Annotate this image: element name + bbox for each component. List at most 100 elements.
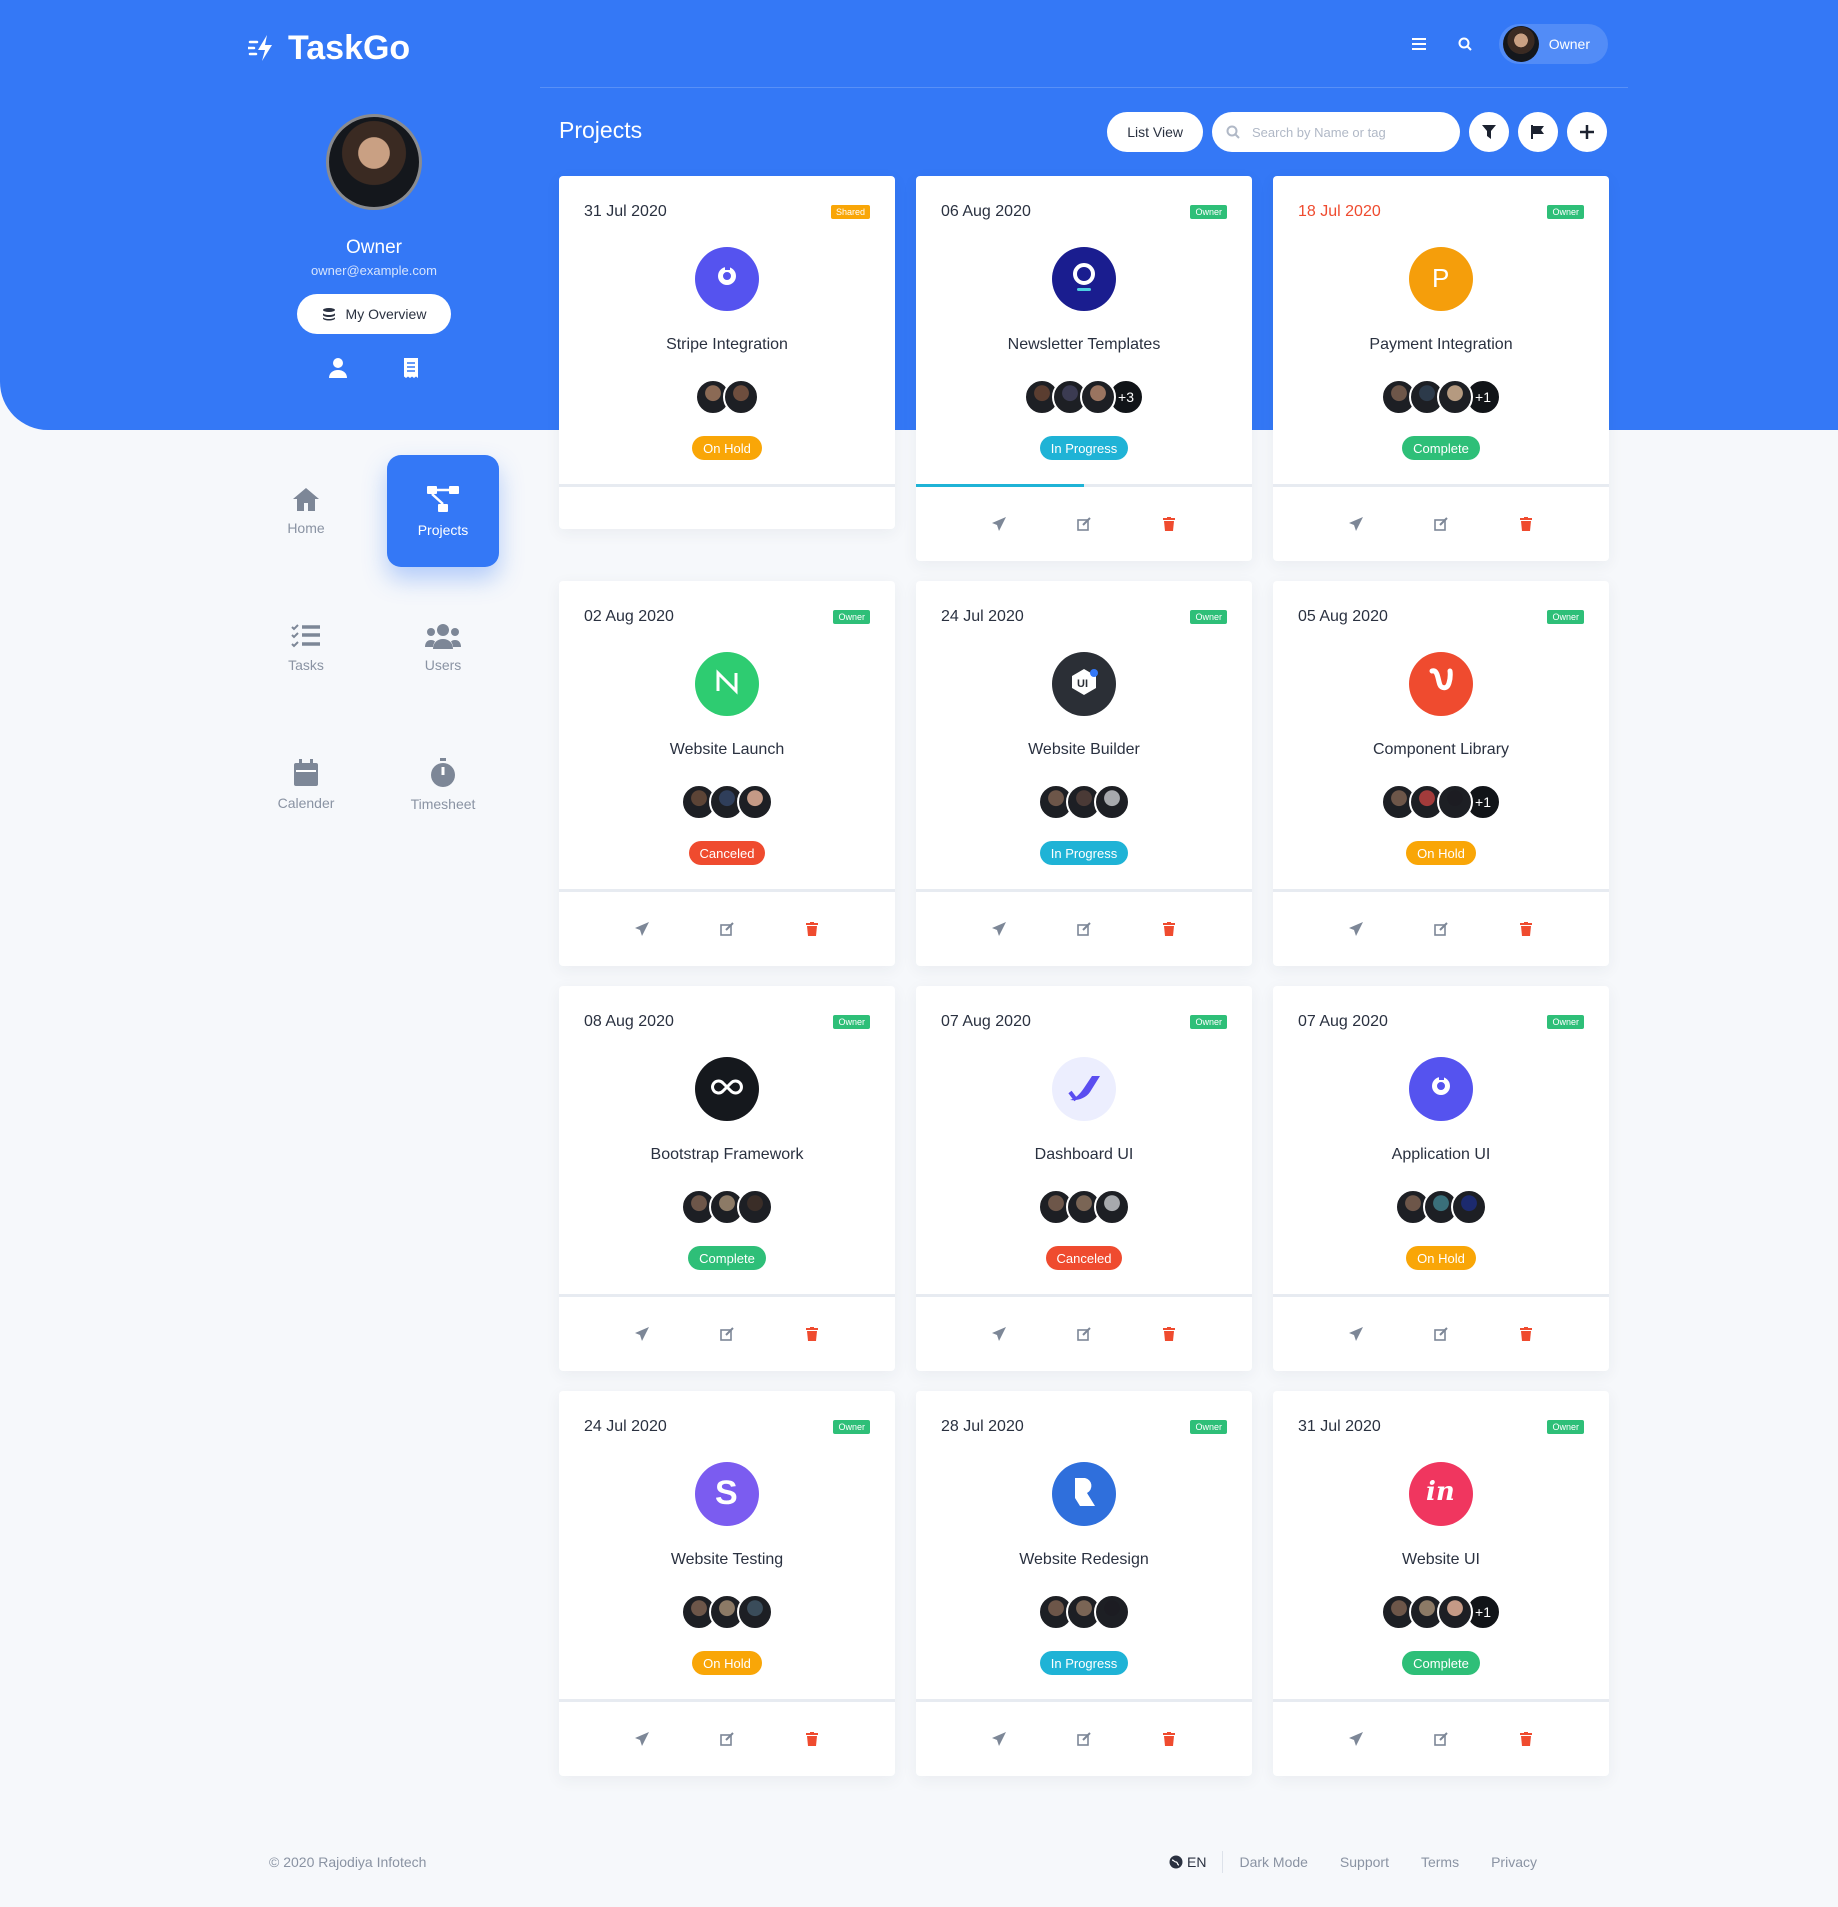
terms-link[interactable]: Terms (1405, 1854, 1475, 1870)
user-menu[interactable]: Owner (1498, 24, 1608, 64)
project-card[interactable]: 07 Aug 2020 Owner Dashboard UI Canceled (916, 986, 1252, 1371)
send-icon[interactable] (1339, 1317, 1373, 1351)
sidebar-item-calendar[interactable]: Calender (250, 729, 362, 841)
status-badge[interactable]: On Hold (692, 436, 762, 460)
trash-icon[interactable] (1152, 1722, 1186, 1756)
project-name[interactable]: Website Redesign (916, 1551, 1252, 1569)
status-badge[interactable]: In Progress (1039, 436, 1129, 460)
project-card[interactable]: 24 Jul 2020 Owner UI Website Builder In Prog… (916, 581, 1252, 966)
trash-icon[interactable] (795, 1722, 829, 1756)
add-project-button[interactable] (1567, 112, 1607, 152)
avatar[interactable] (737, 784, 773, 820)
status-badge[interactable]: In Progress (1039, 841, 1129, 865)
send-icon[interactable] (982, 507, 1016, 541)
project-logo[interactable] (695, 652, 759, 716)
search-input[interactable] (1252, 124, 1432, 140)
send-icon[interactable] (1339, 912, 1373, 946)
project-card[interactable]: 05 Aug 2020 Owner Component Library +1 On Ho… (1273, 581, 1609, 966)
project-logo[interactable]: UI (1052, 652, 1116, 716)
trash-icon[interactable] (1152, 912, 1186, 946)
edit-icon[interactable] (1424, 1317, 1458, 1351)
status-badge[interactable]: On Hold (1406, 841, 1476, 865)
project-logo[interactable] (695, 247, 759, 311)
project-logo[interactable] (1052, 1057, 1116, 1121)
send-icon[interactable] (982, 912, 1016, 946)
user-icon[interactable] (329, 358, 347, 383)
profile-avatar[interactable] (326, 114, 422, 210)
project-card[interactable]: 18 Jul 2020 Owner P Payment Integration +1 Co… (1273, 176, 1609, 561)
avatar[interactable] (1094, 1189, 1130, 1225)
status-badge[interactable]: In Progress (1039, 1651, 1129, 1675)
project-logo[interactable] (1052, 247, 1116, 311)
edit-icon[interactable] (710, 1317, 744, 1351)
project-name[interactable]: Component Library (1273, 741, 1609, 759)
send-icon[interactable] (625, 1722, 659, 1756)
trash-icon[interactable] (1152, 1317, 1186, 1351)
project-name[interactable]: Bootstrap Framework (559, 1146, 895, 1164)
sidebar-item-timesheet[interactable]: Timesheet (387, 729, 499, 841)
project-logo[interactable] (1052, 1462, 1116, 1526)
trash-icon[interactable] (1509, 1317, 1543, 1351)
edit-icon[interactable] (1067, 1722, 1101, 1756)
trash-icon[interactable] (1509, 507, 1543, 541)
avatar[interactable] (723, 379, 759, 415)
project-name[interactable]: Dashboard UI (916, 1146, 1252, 1164)
language-selector[interactable]: EN (1153, 1854, 1222, 1870)
list-view-button[interactable]: List View (1107, 112, 1203, 152)
project-card[interactable]: 06 Aug 2020 Owner Newsletter Templates +3 In… (916, 176, 1252, 561)
menu-icon[interactable] (1407, 32, 1431, 56)
edit-icon[interactable] (1067, 912, 1101, 946)
avatar[interactable] (1437, 1594, 1473, 1630)
project-name[interactable]: Application UI (1273, 1146, 1609, 1164)
dark-mode-link[interactable]: Dark Mode (1223, 1854, 1323, 1870)
status-badge[interactable]: Complete (688, 1246, 766, 1270)
project-card[interactable]: 28 Jul 2020 Owner Website Redesign In Progr… (916, 1391, 1252, 1776)
app-logo[interactable]: TaskGo (248, 26, 410, 70)
privacy-link[interactable]: Privacy (1475, 1854, 1553, 1870)
trash-icon[interactable] (795, 1317, 829, 1351)
status-badge[interactable]: On Hold (692, 1651, 762, 1675)
sidebar-item-tasks[interactable]: Tasks (250, 592, 362, 704)
trash-icon[interactable] (795, 912, 829, 946)
send-icon[interactable] (625, 912, 659, 946)
edit-icon[interactable] (1424, 507, 1458, 541)
project-name[interactable]: Stripe Integration (559, 336, 895, 354)
trash-icon[interactable] (1509, 912, 1543, 946)
project-logo[interactable]: in (1409, 1462, 1473, 1526)
project-card[interactable]: 08 Aug 2020 Owner Bootstrap Framework Compl… (559, 986, 895, 1371)
receipt-icon[interactable] (403, 358, 419, 383)
avatar[interactable] (737, 1594, 773, 1630)
send-icon[interactable] (625, 1317, 659, 1351)
status-badge[interactable]: Complete (1402, 1651, 1480, 1675)
trash-icon[interactable] (1152, 507, 1186, 541)
edit-icon[interactable] (1424, 912, 1458, 946)
filter-button[interactable] (1469, 112, 1509, 152)
avatar[interactable] (1437, 784, 1473, 820)
avatar[interactable] (1451, 1189, 1487, 1225)
avatar[interactable] (1437, 379, 1473, 415)
avatar[interactable] (1094, 1594, 1130, 1630)
project-card[interactable]: 31 Jul 2020 Shared Stripe Integration On Ho… (559, 176, 895, 529)
edit-icon[interactable] (710, 912, 744, 946)
trash-icon[interactable] (1509, 1722, 1543, 1756)
flag-button[interactable] (1518, 112, 1558, 152)
project-card[interactable]: 31 Jul 2020 Owner in Website UI +1 Complete (1273, 1391, 1609, 1776)
project-name[interactable]: Newsletter Templates (916, 336, 1252, 354)
project-name[interactable]: Website Builder (916, 741, 1252, 759)
edit-icon[interactable] (1424, 1722, 1458, 1756)
project-logo[interactable]: P (1409, 247, 1473, 311)
project-logo[interactable] (695, 1057, 759, 1121)
send-icon[interactable] (1339, 507, 1373, 541)
project-card[interactable]: 24 Jul 2020 Owner S Website Testing On Hold (559, 1391, 895, 1776)
sidebar-item-projects[interactable]: Projects (387, 455, 499, 567)
sidebar-item-home[interactable]: Home (250, 455, 362, 567)
my-overview-button[interactable]: My Overview (297, 294, 451, 334)
edit-icon[interactable] (1067, 507, 1101, 541)
status-badge[interactable]: Complete (1402, 436, 1480, 460)
edit-icon[interactable] (1067, 1317, 1101, 1351)
project-name[interactable]: Payment Integration (1273, 336, 1609, 354)
project-name[interactable]: Website Testing (559, 1551, 895, 1569)
edit-icon[interactable] (710, 1722, 744, 1756)
project-name[interactable]: Website Launch (559, 741, 895, 759)
project-card[interactable]: 07 Aug 2020 Owner Application UI On Hold (1273, 986, 1609, 1371)
